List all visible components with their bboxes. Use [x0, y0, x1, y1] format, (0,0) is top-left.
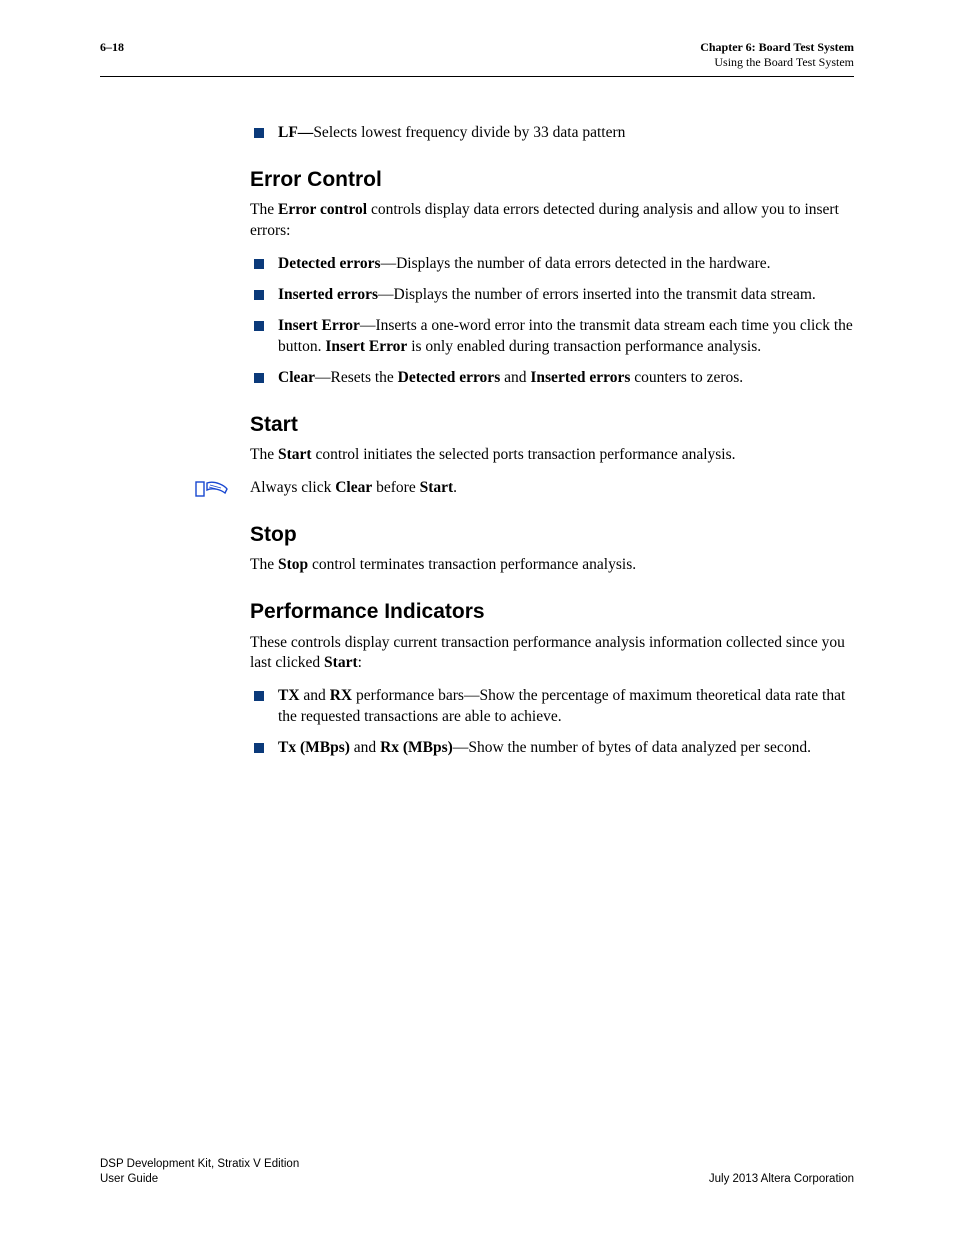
list-item: LF—Selects lowest frequency divide by 33…: [278, 123, 854, 144]
heading-start: Start: [250, 411, 854, 439]
term: LF—: [278, 124, 313, 141]
list-item: Clear—Resets the Detected errors and Ins…: [278, 368, 854, 389]
page-footer: DSP Development Kit, Stratix V Edition U…: [100, 1157, 854, 1187]
page: 6–18 Chapter 6: Board Test System Using …: [0, 0, 954, 1235]
page-header: 6–18 Chapter 6: Board Test System Using …: [100, 40, 854, 77]
list-item: Tx (MBps) and Rx (MBps)—Show the number …: [278, 738, 854, 759]
error-control-intro: The Error control controls display data …: [250, 200, 854, 242]
list-item: TX and RX performance bars—Show the perc…: [278, 686, 854, 728]
intro-list: LF—Selects lowest frequency divide by 33…: [250, 123, 854, 144]
section-title: Using the Board Test System: [700, 55, 854, 70]
page-number: 6–18: [100, 40, 124, 55]
error-control-list: Detected errors—Displays the number of d…: [250, 254, 854, 389]
perf-list: TX and RX performance bars—Show the perc…: [250, 686, 854, 759]
start-note: Always click Clear before Start.: [250, 478, 854, 499]
list-item: Inserted errors—Displays the number of e…: [278, 285, 854, 306]
content: LF—Selects lowest frequency divide by 33…: [100, 77, 854, 759]
perf-intro: These controls display current transacti…: [250, 633, 854, 675]
list-item: Insert Error—Inserts a one-word error in…: [278, 316, 854, 358]
heading-performance: Performance Indicators: [250, 598, 854, 626]
footer-left: DSP Development Kit, Stratix V Edition U…: [100, 1157, 299, 1187]
footer-doc-subtitle: User Guide: [100, 1172, 299, 1187]
stop-paragraph: The Stop control terminates transaction …: [250, 555, 854, 576]
heading-stop: Stop: [250, 521, 854, 549]
footer-doc-title: DSP Development Kit, Stratix V Edition: [100, 1157, 299, 1172]
note-icon: [195, 480, 229, 498]
footer-right: July 2013 Altera Corporation: [709, 1172, 854, 1187]
heading-error-control: Error Control: [250, 166, 854, 194]
start-paragraph: The Start control initiates the selected…: [250, 445, 854, 466]
list-item: Detected errors—Displays the number of d…: [278, 254, 854, 275]
desc: Selects lowest frequency divide by 33 da…: [313, 124, 625, 141]
header-right: Chapter 6: Board Test System Using the B…: [700, 40, 854, 70]
chapter-title: Chapter 6: Board Test System: [700, 40, 854, 55]
